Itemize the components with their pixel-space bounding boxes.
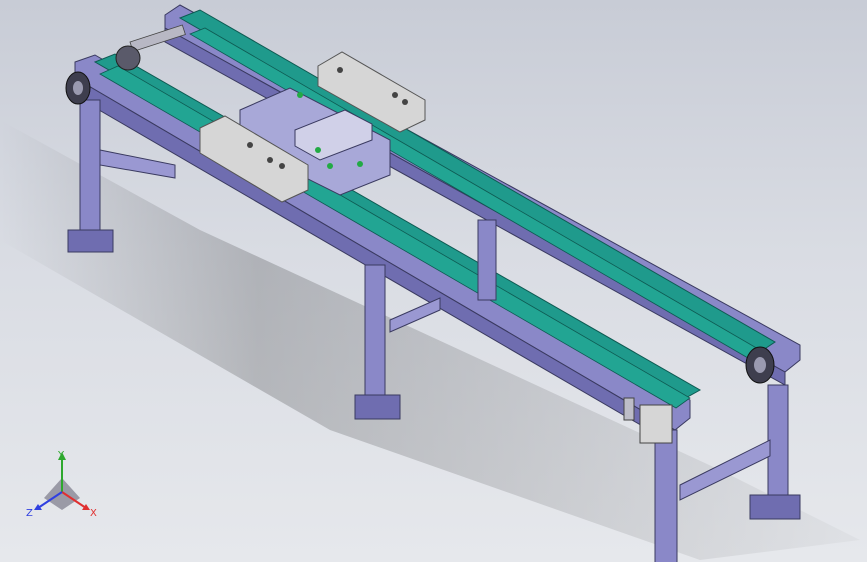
x-axis-label: X	[90, 508, 97, 519]
y-axis-label: Y	[57, 450, 65, 461]
cross-brace-mid[interactable]	[389, 297, 441, 333]
end-pulley-back[interactable]	[745, 346, 775, 384]
conveyor-model[interactable]	[0, 0, 867, 562]
z-axis-label: Z	[26, 508, 33, 519]
orientation-triad[interactable]: Y X Z	[22, 448, 112, 528]
graphics-viewport[interactable]: Y X Z	[0, 0, 867, 562]
leg-back-mid[interactable]	[477, 219, 497, 301]
cross-brace-left[interactable]	[99, 149, 176, 179]
end-pulley-front-left[interactable]	[65, 71, 91, 105]
leg-front-right[interactable]	[654, 429, 678, 562]
